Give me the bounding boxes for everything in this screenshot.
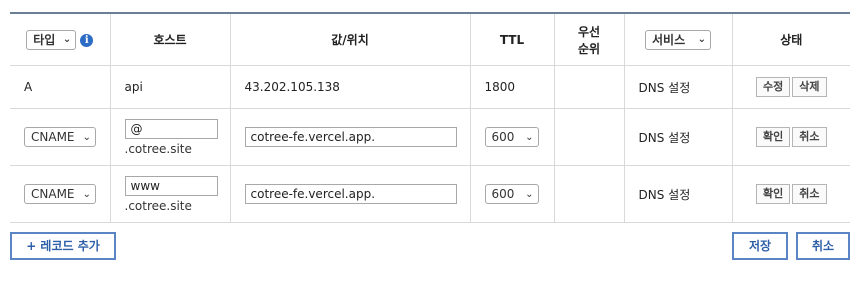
host-cell: .cotree.site <box>109 165 231 223</box>
type-select-value: CNAME <box>31 187 75 201</box>
host-suffix: .cotree.site <box>124 141 192 156</box>
host-input[interactable] <box>124 175 218 196</box>
ttl-select-value: 600 <box>491 187 515 201</box>
cancel-row-button[interactable]: 취소 <box>792 127 827 147</box>
type-cell: CNAME ⌄ <box>10 165 111 223</box>
type-select-value: CNAME <box>31 130 75 144</box>
host-header: 호스트 <box>109 12 231 66</box>
table-row: A api 43.202.105.138 1800 DNS 설정 수정 삭제 <box>10 65 850 109</box>
service-filter-select[interactable]: 서비스 ⌄ <box>645 29 711 50</box>
cancel-row-button[interactable]: 취소 <box>792 184 827 204</box>
table-row: CNAME ⌄ .cotree.site 600 ⌄ DNS 설정 확인취소 <box>10 165 850 223</box>
ttl-cell: 1800 <box>469 65 555 109</box>
header-row: 타입 ⌄ i 호스트 값/위치 TTL 우선 순위 서비스 ⌄ 상태 <box>10 12 850 66</box>
host-suffix: .cotree.site <box>124 198 192 213</box>
priority-cell <box>553 108 625 166</box>
status-cell: 확인 취소 <box>731 165 850 223</box>
service-header: 서비스 ⌄ <box>623 12 733 66</box>
service-cell: DNS 설정 <box>623 165 733 223</box>
add-record-button[interactable]: + 레코드 추가 <box>10 232 116 260</box>
status-cell: 확인 취소 <box>731 108 850 166</box>
chevron-down-icon: ⌄ <box>82 188 91 200</box>
table-row: CNAME ⌄ .cotree.site 600 ⌄ DNS 설정 확인취소 <box>10 108 850 166</box>
service-filter-label: 서비스 <box>652 33 686 47</box>
type-cell: A <box>10 65 111 109</box>
host-cell: api <box>109 65 231 109</box>
value-cell <box>229 108 471 166</box>
type-filter-select[interactable]: 타입 ⌄ <box>26 29 77 50</box>
value-input[interactable] <box>244 127 457 147</box>
ttl-cell: 600 ⌄ <box>469 165 555 223</box>
value-header: 값/위치 <box>229 12 471 66</box>
priority-header: 우선 순위 <box>553 12 625 66</box>
ttl-header: TTL <box>469 12 555 66</box>
ttl-cell: 600 ⌄ <box>469 108 555 166</box>
type-header: 타입 ⌄ i <box>10 12 111 66</box>
confirm-button[interactable]: 확인 <box>756 127 791 147</box>
value-cell <box>229 165 471 223</box>
delete-button[interactable]: 삭제 <box>792 77 827 97</box>
status-cell: 수정 삭제 <box>731 65 850 109</box>
ttl-select-value: 600 <box>491 130 515 144</box>
cancel-button[interactable]: 취소 <box>796 232 850 260</box>
chevron-down-icon: ⌄ <box>697 34 706 45</box>
confirm-button[interactable]: 확인 <box>756 184 791 204</box>
priority-header-line2: 순위 <box>577 41 601 56</box>
host-cell: .cotree.site <box>109 108 231 166</box>
value-cell: 43.202.105.138 <box>229 65 471 109</box>
host-input[interactable] <box>124 118 218 139</box>
priority-cell <box>553 65 625 109</box>
type-select[interactable]: CNAME ⌄ <box>24 127 96 147</box>
service-cell: DNS 설정 <box>623 65 733 109</box>
type-cell: CNAME ⌄ <box>10 108 111 166</box>
service-cell: DNS 설정 <box>623 108 733 166</box>
save-button[interactable]: 저장 <box>732 232 788 260</box>
dns-records-table: 타입 ⌄ i 호스트 값/위치 TTL 우선 순위 서비스 ⌄ 상태 A api <box>10 12 850 223</box>
chevron-down-icon: ⌄ <box>525 131 534 143</box>
chevron-down-icon: ⌄ <box>82 131 91 143</box>
edit-button[interactable]: 수정 <box>756 77 791 97</box>
status-header: 상태 <box>731 12 850 66</box>
chevron-down-icon: ⌄ <box>525 188 534 200</box>
priority-cell <box>553 165 625 223</box>
ttl-select[interactable]: 600 ⌄ <box>484 184 539 204</box>
value-input[interactable] <box>244 184 457 204</box>
info-icon[interactable]: i <box>80 34 94 47</box>
ttl-select[interactable]: 600 ⌄ <box>484 127 539 147</box>
type-filter-label: 타입 <box>33 33 56 47</box>
chevron-down-icon: ⌄ <box>62 34 72 45</box>
priority-header-line1: 우선 <box>577 24 601 39</box>
type-select[interactable]: CNAME ⌄ <box>24 184 96 204</box>
